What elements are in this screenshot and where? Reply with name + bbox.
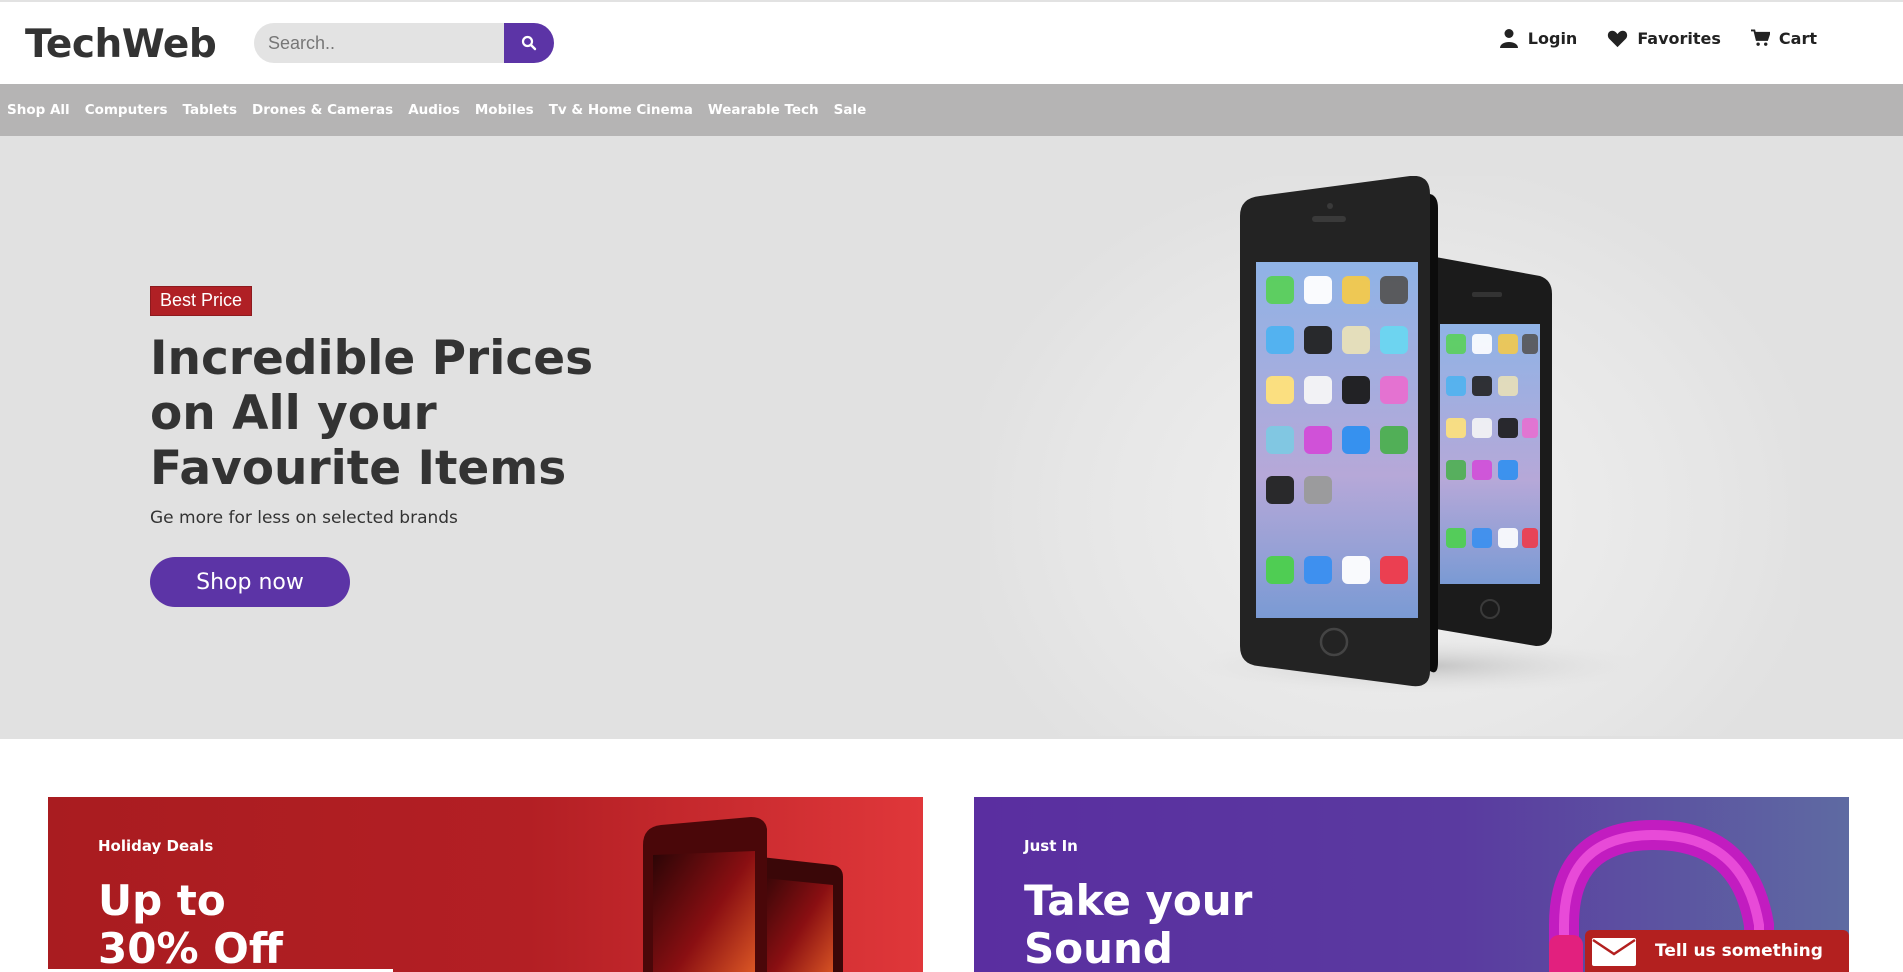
feedback-label: Tell us something <box>1655 941 1823 961</box>
promo-title-line-2: Sound <box>1024 924 1173 972</box>
category-sale[interactable]: Sale <box>834 102 867 118</box>
search-input[interactable] <box>254 23 514 63</box>
promo-title: Up to 30% Off <box>98 877 283 972</box>
category-computers[interactable]: Computers <box>85 102 168 118</box>
search-icon <box>521 35 537 51</box>
favorites-label: Favorites <box>1637 28 1721 48</box>
category-audios[interactable]: Audios <box>408 102 460 118</box>
hero-title: Incredible Prices on All your Favourite … <box>150 331 594 496</box>
search-button[interactable] <box>504 23 554 63</box>
site-logo[interactable]: TechWeb <box>25 22 217 67</box>
category-shop-all[interactable]: Shop All <box>7 102 70 118</box>
smartphones-image <box>1200 176 1650 694</box>
promo-title-line-2: 30% Off <box>98 924 283 972</box>
hero-subtitle: Ge more for less on selected brands <box>150 508 458 528</box>
category-tablets[interactable]: Tablets <box>183 102 238 118</box>
best-price-badge: Best Price <box>150 286 253 316</box>
header-nav: Login Favorites Cart <box>1499 28 1817 48</box>
category-nav: Shop All Computers Tablets Drones & Came… <box>0 84 1903 136</box>
category-wearable-tech[interactable]: Wearable Tech <box>708 102 819 118</box>
phone-image <box>643 817 843 972</box>
category-mobiles[interactable]: Mobiles <box>475 102 534 118</box>
promo-kicker: Just In <box>1024 837 1078 855</box>
category-drones-cameras[interactable]: Drones & Cameras <box>252 102 393 118</box>
search-bar <box>254 23 554 63</box>
login-label: Login <box>1527 28 1578 48</box>
login-link[interactable]: Login <box>1499 28 1578 48</box>
cart-icon <box>1750 29 1770 46</box>
category-tv-home-cinema[interactable]: Tv & Home Cinema <box>549 102 693 118</box>
promo-title-line-1: Take your <box>1024 876 1253 925</box>
promo-card-holiday-deals[interactable]: Holiday Deals Up to 30% Off <box>48 797 923 972</box>
promo-kicker: Holiday Deals <box>98 837 214 855</box>
promo-title-line-1: Up to <box>98 876 226 925</box>
site-header: TechWeb Login Favorites <box>0 0 1903 84</box>
hero-banner: Best Price Incredible Prices on All your… <box>0 136 1903 739</box>
favorites-link[interactable]: Favorites <box>1607 29 1721 48</box>
cart-link[interactable]: Cart <box>1750 28 1817 48</box>
heart-icon <box>1608 30 1628 47</box>
promo-title: Take your Sound <box>1024 877 1252 972</box>
cart-label: Cart <box>1778 28 1817 48</box>
feedback-widget[interactable]: Tell us something <box>1585 930 1849 972</box>
shop-now-button[interactable]: Shop now <box>150 557 350 607</box>
envelope-icon <box>1592 938 1636 966</box>
user-icon <box>1499 29 1518 48</box>
